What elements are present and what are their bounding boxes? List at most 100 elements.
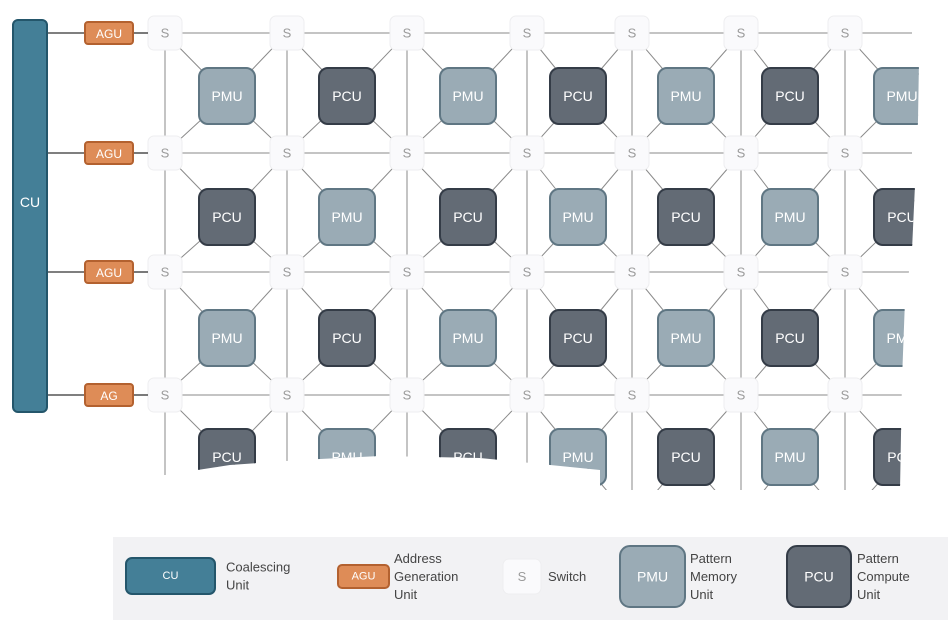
switch[interactable]: S [723, 377, 759, 413]
switch[interactable]: S [827, 377, 863, 413]
switch[interactable]: S [827, 135, 863, 171]
switch[interactable]: S [269, 377, 305, 413]
switch[interactable]: S [509, 15, 545, 51]
pcu-unit[interactable]: PCU [657, 188, 715, 246]
switch[interactable]: S [147, 377, 183, 413]
pcu-unit[interactable]: PCU [657, 428, 715, 486]
switch[interactable]: S [269, 135, 305, 171]
agu-unit[interactable]: AGU [84, 21, 134, 45]
switch-label: S [737, 265, 746, 280]
pcu-unit[interactable]: PCU [761, 309, 819, 367]
pmu-unit[interactable]: PMU [657, 309, 715, 367]
pmu-unit[interactable]: PMU [318, 428, 376, 486]
legend-text: Compute [857, 569, 910, 584]
pmu-unit[interactable]: PMU [761, 428, 819, 486]
switch-label: S [161, 388, 170, 403]
pmu-unit[interactable]: PMU [439, 309, 497, 367]
agu-unit[interactable]: AG [84, 383, 134, 407]
pcu-label: PCU [671, 209, 701, 225]
switch-label: S [403, 265, 412, 280]
pmu-label: PMU [562, 209, 593, 225]
switch[interactable]: S [614, 135, 650, 171]
pcu-unit[interactable]: PCU [439, 428, 497, 486]
diag-link [226, 456, 288, 490]
pmu-label: PMU [774, 449, 805, 465]
agu-unit[interactable]: AGU [84, 260, 134, 284]
pcu-unit[interactable]: PCU [761, 67, 819, 125]
legend-text: Memory [690, 569, 737, 584]
pcu-unit[interactable]: PCU [873, 428, 930, 486]
switch[interactable]: S [614, 377, 650, 413]
pmu-label: PMU [670, 330, 701, 346]
switch[interactable]: S [827, 254, 863, 290]
switch[interactable]: S [509, 377, 545, 413]
switch[interactable]: S [389, 135, 425, 171]
pmu-unit[interactable]: PMU [549, 188, 607, 246]
switch[interactable]: S [723, 254, 759, 290]
pcu-label: PCU [563, 88, 593, 104]
pcu-unit[interactable]: PCU [873, 188, 930, 246]
pcu-unit[interactable]: PCU [439, 188, 497, 246]
pcu-label: PCU [671, 449, 701, 465]
pmu-label: PMU [211, 330, 242, 346]
switch[interactable]: S [269, 254, 305, 290]
legend-text: Switch [548, 569, 586, 584]
pcu-label: PCU [563, 330, 593, 346]
switch[interactable]: S [147, 254, 183, 290]
pcu-unit[interactable]: PCU [198, 188, 256, 246]
switch-label: S [523, 388, 532, 403]
diag-link [346, 456, 408, 490]
switch[interactable]: S [509, 135, 545, 171]
pcu-unit[interactable]: PCU [318, 67, 376, 125]
cu-box [12, 19, 48, 413]
legend-text: Unit [226, 578, 250, 593]
switch[interactable]: S [723, 135, 759, 171]
switch[interactable]: S [147, 15, 183, 51]
switch[interactable]: S [614, 15, 650, 51]
pcu-unit[interactable]: PCU [549, 67, 607, 125]
switch[interactable]: S [509, 254, 545, 290]
pcu-label: PCU [332, 88, 362, 104]
pcu-label: PCU [775, 330, 805, 346]
switch[interactable]: S [723, 15, 759, 51]
switch[interactable]: S [269, 15, 305, 51]
pcu-label: PCU [775, 88, 805, 104]
pcu-label: PCU [887, 449, 917, 465]
architecture-diagram: PMU PCU PMU PCU PMU PCU PMU PCU PMU PCU PMU PCU PMU P… [12, 15, 948, 620]
pcu-label: PCU [332, 330, 362, 346]
legend-text: Coalescing [226, 560, 290, 575]
switch-label: S [737, 388, 746, 403]
pmu-unit[interactable]: PMU [198, 67, 256, 125]
pcu-unit[interactable]: PCU [198, 428, 256, 486]
switch[interactable]: S [389, 254, 425, 290]
pcu-label: PCU [887, 209, 917, 225]
switch-label: S [523, 265, 532, 280]
cu-unit[interactable]: CU [12, 19, 48, 413]
switch[interactable]: S [614, 254, 650, 290]
switch[interactable]: S [389, 377, 425, 413]
pmu-unit[interactable]: PMU [198, 309, 256, 367]
pmu-unit[interactable]: PMU [318, 188, 376, 246]
agu-unit[interactable]: AGU [84, 141, 134, 165]
legend-text: Pattern [690, 551, 732, 566]
switch[interactable]: S [827, 15, 863, 51]
pmu-label: PMU [331, 449, 362, 465]
pmu-label: PMU [886, 88, 917, 104]
pmu-unit[interactable]: PMU [439, 67, 497, 125]
switch-label: S [283, 388, 292, 403]
pcu-unit[interactable]: PCU [549, 309, 607, 367]
pmu-unit[interactable]: PMU [761, 188, 819, 246]
pmu-unit[interactable]: PMU [549, 428, 607, 486]
legend-text: Unit [394, 587, 418, 602]
legend-swatch-label: S [518, 569, 527, 584]
pmu-unit[interactable]: PMU [657, 67, 715, 125]
pmu-label: PMU [211, 88, 242, 104]
diag-link [467, 456, 528, 490]
switch[interactable]: S [147, 135, 183, 171]
pmu-label: PMU [452, 330, 483, 346]
diag-link [901, 337, 920, 396]
pmu-unit[interactable]: PMU [873, 309, 930, 367]
switch[interactable]: S [389, 15, 425, 51]
pmu-unit[interactable]: PMU [873, 67, 930, 125]
pcu-unit[interactable]: PCU [318, 309, 376, 367]
